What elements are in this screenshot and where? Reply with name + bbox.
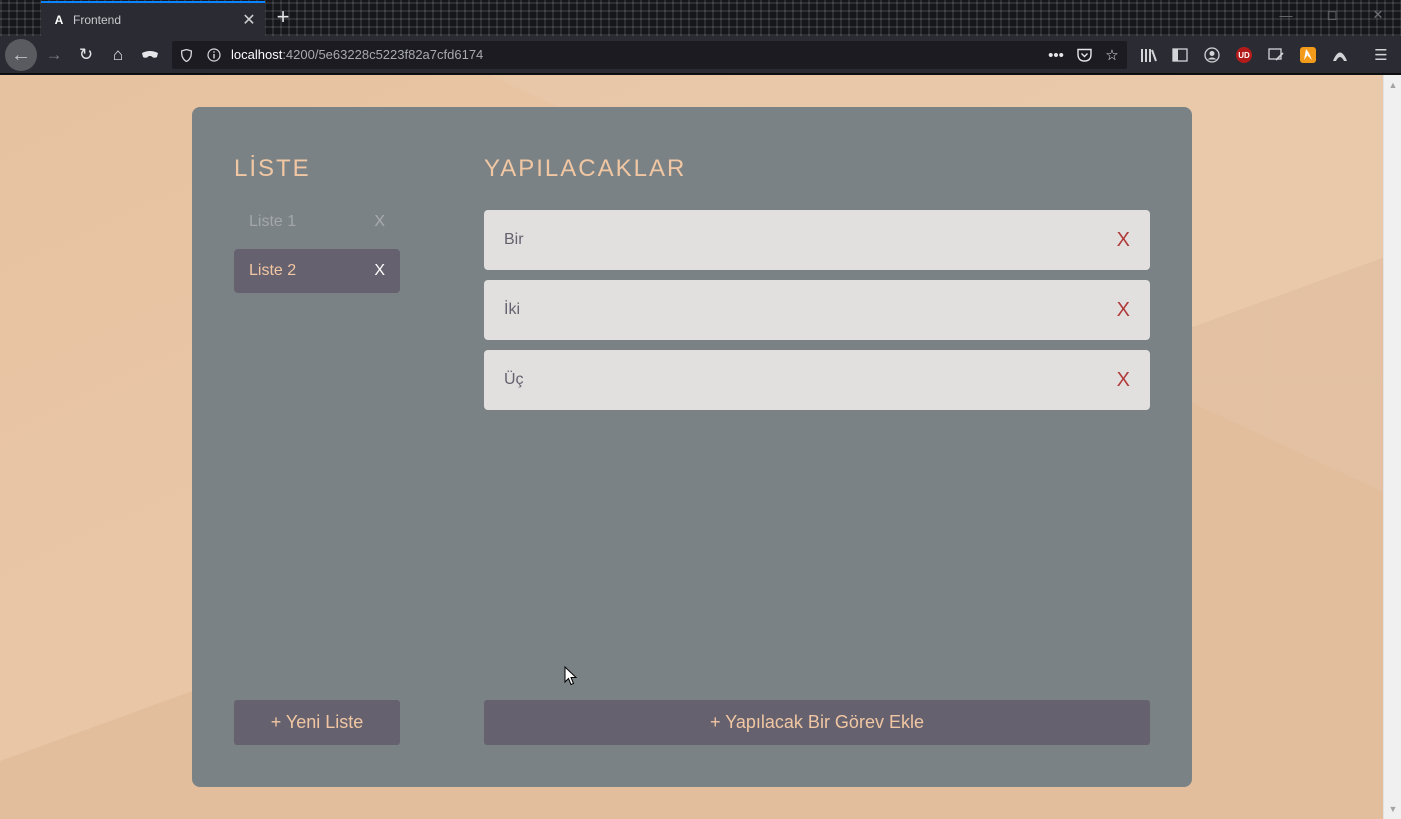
screenshot-extension-icon[interactable] (1264, 43, 1288, 67)
new-tab-button[interactable]: + (270, 4, 296, 30)
task-label: Bir (504, 231, 524, 248)
list-item-liste-1[interactable]: Liste 1 X (234, 200, 400, 244)
back-arrow-icon[interactable]: ← (5, 39, 37, 71)
delete-task-button[interactable]: X (1117, 369, 1130, 392)
minimize-icon[interactable]: — (1263, 0, 1309, 30)
pocket-icon[interactable] (1072, 41, 1096, 69)
todo-app-card: LİSTE YAPILACAKLAR Liste 1 X Liste 2 X B… (192, 107, 1192, 787)
todo-heading: YAPILACAKLAR (484, 155, 687, 182)
site-info-icon[interactable] (204, 41, 224, 69)
delete-task-button[interactable]: X (1117, 299, 1130, 322)
account-icon[interactable] (1200, 43, 1224, 67)
task-label: İki (504, 301, 520, 318)
url-path: :4200/5e63228c5223f82a7cfd6174 (282, 47, 484, 62)
home-icon[interactable]: ⌂ (102, 39, 134, 71)
list-item-label: Liste 1 (249, 213, 297, 230)
url-bar[interactable]: localhost:4200/5e63228c5223f82a7cfd6174 … (172, 41, 1127, 69)
list-heading: LİSTE (234, 155, 311, 182)
angular-favicon-icon: A (54, 12, 64, 27)
maximize-icon[interactable]: ◻ (1309, 0, 1355, 30)
scroll-up-icon[interactable]: ▲ (1384, 77, 1401, 93)
delete-task-button[interactable]: X (1117, 229, 1130, 252)
mouse-cursor-icon (564, 666, 578, 686)
tracking-shield-icon[interactable] (176, 41, 196, 69)
hamburger-menu-icon[interactable]: ☰ (1369, 43, 1393, 67)
ublock-extension-icon[interactable]: UD (1232, 43, 1256, 67)
browser-titlebar: A Frontend ✕ + — ◻ ✕ (0, 0, 1401, 36)
reload-icon[interactable]: ↻ (70, 39, 102, 71)
new-list-button[interactable]: + Yeni Liste (234, 700, 400, 745)
list-item-label: Liste 2 (249, 262, 297, 279)
sidebar-icon[interactable] (1168, 43, 1192, 67)
page-actions-icon[interactable]: ••• (1044, 41, 1068, 69)
close-window-icon[interactable]: ✕ (1355, 0, 1401, 30)
vertical-scrollbar[interactable]: ▲ ▼ (1383, 75, 1401, 819)
list-item-liste-2[interactable]: Liste 2 X (234, 249, 400, 293)
tab-close-icon[interactable]: ✕ (237, 8, 261, 32)
scroll-down-icon[interactable]: ▼ (1384, 801, 1401, 817)
page-viewport: LİSTE YAPILACAKLAR Liste 1 X Liste 2 X B… (0, 75, 1383, 819)
delete-list-button[interactable]: X (374, 262, 385, 280)
forward-arrow-icon[interactable]: → (38, 39, 70, 71)
url-host: localhost (231, 47, 283, 62)
task-item[interactable]: Bir X (484, 210, 1150, 270)
browser-tab[interactable]: A Frontend ✕ (41, 1, 265, 36)
delete-list-button[interactable]: X (374, 213, 385, 231)
bookmark-star-icon[interactable]: ☆ (1100, 41, 1124, 69)
task-item[interactable]: Üç X (484, 350, 1150, 410)
task-label: Üç (504, 371, 524, 388)
add-task-button[interactable]: + Yapılacak Bir Görev Ekle (484, 700, 1150, 745)
library-icon[interactable] (1136, 43, 1160, 67)
window-controls: — ◻ ✕ (1263, 0, 1401, 30)
vpn-extension-icon[interactable] (1328, 43, 1352, 67)
url-text[interactable]: localhost:4200/5e63228c5223f82a7cfd6174 (231, 41, 483, 69)
firebase-extension-icon[interactable] (1296, 43, 1320, 67)
private-mask-icon[interactable] (134, 39, 166, 71)
task-item[interactable]: İki X (484, 280, 1150, 340)
tab-title: Frontend (73, 12, 122, 27)
